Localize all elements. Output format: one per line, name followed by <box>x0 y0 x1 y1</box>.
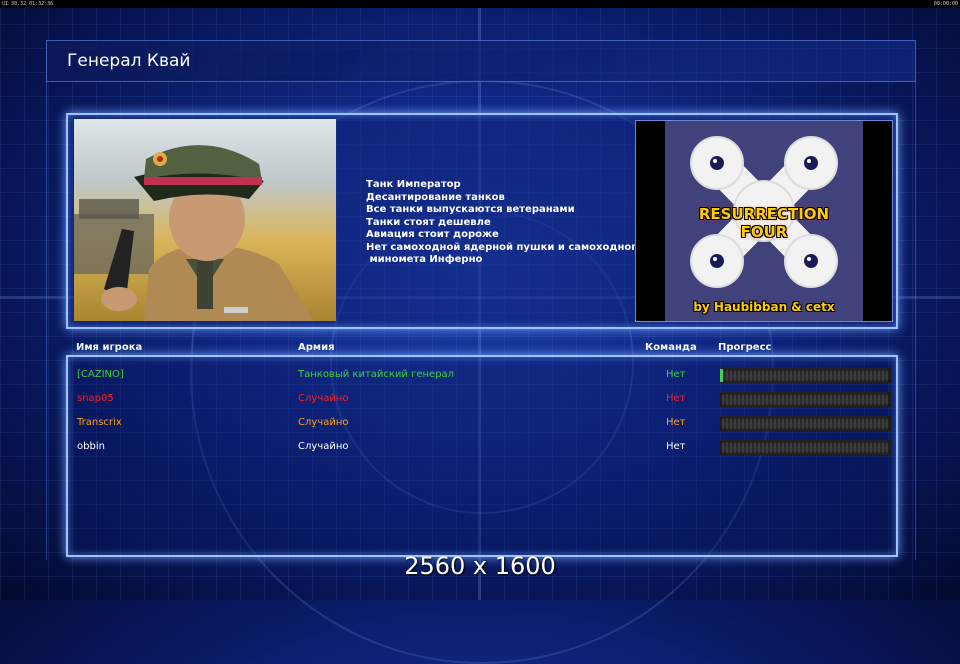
player-name: snap05 <box>77 393 114 404</box>
player-army: Танковый китайский генерал <box>298 369 455 380</box>
topbar-left-text: UI 30.32 01:32:36 <box>2 1 54 7</box>
map-title-line1: RESURRECTION <box>698 205 830 223</box>
column-header-player: Имя игрока <box>76 342 143 353</box>
map-author: by Haubibban & cetx <box>693 300 835 314</box>
player-team: Нет <box>666 369 686 380</box>
player-progress-bar <box>719 368 891 383</box>
player-name: obbin <box>77 441 105 452</box>
resolution-watermark: 2560 x 1600 <box>404 552 556 580</box>
player-row: snap05 Случайно Нет <box>68 389 896 409</box>
feature-item: Танк Император <box>366 179 461 190</box>
general-portrait <box>74 119 336 321</box>
player-team: Нет <box>666 417 686 428</box>
map-preview-image: RESURRECTION FOUR by Haubibban & cetx <box>665 121 863 321</box>
general-features-list: Танк Император Десантирование танков Все… <box>366 179 643 267</box>
player-team: Нет <box>666 441 686 452</box>
progress-fill <box>720 369 723 382</box>
player-progress-bar <box>719 392 891 407</box>
map-preview: RESURRECTION FOUR by Haubibban & cetx <box>635 120 893 322</box>
player-name: Transcrix <box>77 417 122 428</box>
player-team: Нет <box>666 393 686 404</box>
general-info-panel: Танк Император Десантирование танков Все… <box>66 113 898 329</box>
player-name: [CAZINO] <box>77 369 124 380</box>
feature-item: Нет самоходной ядерной пушки и самоходно… <box>366 241 644 253</box>
feature-item: Авиация стоит дороже <box>366 229 499 240</box>
player-row: obbin Случайно Нет <box>68 437 896 457</box>
player-row: [CAZINO] Танковый китайский генерал Нет <box>68 365 896 385</box>
feature-item: Все танки выпускаются ветеранами <box>366 204 575 215</box>
player-progress-bar <box>719 416 891 431</box>
player-progress-bar <box>719 440 891 455</box>
feature-item: минометa Инферно <box>366 254 483 265</box>
column-header-team: Команда <box>645 342 697 353</box>
general-title-bar: Генерал Квай <box>46 40 916 82</box>
topbar-right-text: 00:00:00 <box>933 1 958 7</box>
players-panel: [CAZINO] Танковый китайский генерал Нет … <box>66 355 898 557</box>
feature-item: Десантирование танков <box>366 191 505 203</box>
player-row: Transcrix Случайно Нет <box>68 413 896 433</box>
general-portrait-illustration <box>74 145 314 321</box>
column-header-progress: Прогресс <box>718 342 772 353</box>
feature-item: Танки стоят дешевле <box>366 216 491 228</box>
player-army: Случайно <box>298 417 349 428</box>
system-topbar: UI 30.32 01:32:36 00:00:00 <box>0 0 960 8</box>
player-army: Случайно <box>298 393 349 404</box>
player-army: Случайно <box>298 441 349 452</box>
map-title-line2: FOUR <box>740 223 788 241</box>
column-header-army: Армия <box>298 342 335 353</box>
general-name: Генерал Квай <box>67 51 191 71</box>
